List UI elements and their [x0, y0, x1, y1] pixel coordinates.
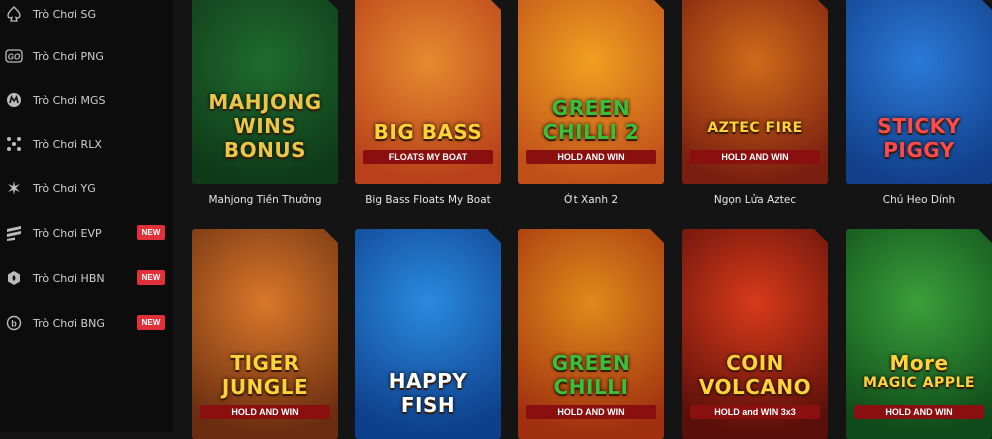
game-tile[interactable]: GREEN CHILLI 2 HOLD AND WIN — [518, 0, 664, 184]
game-logo-subtitle: HOLD AND WIN — [854, 405, 984, 419]
game-logo-text: GREEN — [551, 96, 631, 120]
corner-notch — [978, 0, 992, 10]
game-logo-text: HAPPY — [388, 369, 468, 393]
game-logo-text: WINS — [233, 114, 297, 138]
sidebar-item-label: Trò Chơi SG — [33, 7, 97, 21]
game-logo-text: STICKY — [877, 114, 961, 138]
new-badge: NEW — [137, 315, 165, 330]
sidebar-item-png[interactable]: GO Trò Chơi PNG — [0, 34, 173, 78]
game-logo-text: VOLCANO — [698, 375, 812, 399]
game-tile[interactable]: GREEN CHILLI HOLD AND WIN — [518, 229, 664, 439]
corner-notch — [324, 229, 338, 243]
b-circle-icon: b — [4, 313, 24, 333]
game-grid: MAHJONG WINS BONUS Mahjong Tiền Thưởng BIG B… — [173, 0, 992, 439]
sidebar-item-label: Trò Chơi EVP — [33, 226, 102, 240]
star-burst-icon — [4, 178, 24, 198]
game-logo-text: JUNGLE — [221, 375, 309, 399]
sidebar-item-bng[interactable]: b Trò Chơi BNG NEW — [0, 301, 173, 345]
m-logo-icon — [4, 90, 24, 110]
game-title[interactable]: Chú Heo Dính — [839, 194, 992, 206]
svg-text:GO: GO — [8, 53, 21, 62]
spade-icon — [4, 4, 24, 24]
corner-notch — [650, 0, 664, 10]
game-title[interactable]: Ớt Xanh 2 — [511, 194, 671, 206]
corner-notch — [487, 229, 501, 243]
corner-notch — [487, 0, 501, 10]
game-logo-text: BONUS — [223, 138, 307, 162]
game-logo-subtitle: FLOATS MY BOAT — [363, 150, 493, 164]
game-logo-text: COIN — [726, 351, 784, 375]
game-title[interactable]: Big Bass Floats My Boat — [348, 194, 508, 206]
new-badge: NEW — [137, 270, 165, 285]
game-logo-text: AZTEC FIRE — [707, 120, 803, 136]
game-logo-text: MAHJONG — [208, 90, 322, 114]
game-logo-subtitle: HOLD AND WIN — [200, 405, 330, 419]
game-tile[interactable]: AZTEC FIRE HOLD AND WIN — [682, 0, 828, 184]
game-logo-text: TIGER — [230, 351, 300, 375]
corner-notch — [814, 0, 828, 10]
sidebar-item-label: Trò Chơi YG — [33, 181, 96, 195]
sidebar-item-sg[interactable]: Trò Chơi SG — [0, 0, 173, 36]
corner-notch — [324, 0, 338, 10]
sidebar-item-label: Trò Chơi BNG — [33, 316, 105, 330]
sidebar-item-label: Trò Chơi MGS — [33, 93, 106, 107]
game-logo-text: BIG BASS — [373, 120, 483, 144]
game-tile[interactable]: HAPPY FISH — [355, 229, 501, 439]
sidebar-item-evp[interactable]: Trò Chơi EVP NEW — [0, 211, 173, 255]
dots-icon — [4, 134, 24, 154]
game-logo-subtitle: HOLD AND WIN — [526, 150, 656, 164]
sidebar-item-rlx[interactable]: Trò Chơi RLX — [0, 122, 173, 166]
game-tile[interactable]: MAHJONG WINS BONUS — [192, 0, 338, 184]
sidebar-item-yg[interactable]: Trò Chơi YG — [0, 166, 173, 210]
game-title[interactable]: Ngọn Lửa Aztec — [675, 194, 835, 206]
game-logo-text: FISH — [400, 393, 456, 417]
game-tile[interactable]: BIG BASS FLOATS MY BOAT — [355, 0, 501, 184]
new-badge: NEW — [137, 225, 165, 240]
svg-text:b: b — [11, 319, 17, 329]
sidebar-item-mgs[interactable]: Trò Chơi MGS — [0, 78, 173, 122]
sidebar-item-hbn[interactable]: Trò Chơi HBN NEW — [0, 256, 173, 300]
game-logo-text: PIGGY — [883, 138, 955, 162]
corner-notch — [650, 229, 664, 243]
game-logo-subtitle: HOLD and WIN 3x3 — [690, 405, 820, 419]
sidebar-item-label: Trò Chơi HBN — [33, 271, 105, 285]
game-title[interactable]: Mahjong Tiền Thưởng — [185, 194, 345, 206]
game-logo-text: CHILLI 2 — [542, 120, 640, 144]
game-logo-subtitle: HOLD AND WIN — [690, 150, 820, 164]
corner-notch — [978, 229, 992, 243]
sidebar: Trò Chơi SG GO Trò Chơi PNG Trò Chơi MGS Trò… — [0, 0, 173, 432]
game-tile[interactable]: TIGER JUNGLE HOLD AND WIN — [192, 229, 338, 439]
sidebar-item-label: Trò Chơi PNG — [33, 49, 104, 63]
game-tile[interactable]: COIN VOLCANO HOLD and WIN 3x3 — [682, 229, 828, 439]
game-logo-subtitle: HOLD AND WIN — [526, 405, 656, 419]
sidebar-item-label: Trò Chơi RLX — [33, 137, 102, 151]
go-logo-icon: GO — [4, 46, 24, 66]
game-tile[interactable]: More MAGIC APPLE HOLD AND WIN — [846, 229, 992, 439]
game-logo-text: GREEN — [551, 351, 631, 375]
game-logo-text: More — [889, 351, 949, 375]
game-logo-text: CHILLI — [553, 375, 629, 399]
flame-badge-icon — [4, 268, 24, 288]
stripes-icon — [4, 223, 24, 243]
corner-notch — [814, 229, 828, 243]
game-tile[interactable]: STICKY PIGGY — [846, 0, 992, 184]
game-logo-text: MAGIC APPLE — [863, 375, 975, 391]
